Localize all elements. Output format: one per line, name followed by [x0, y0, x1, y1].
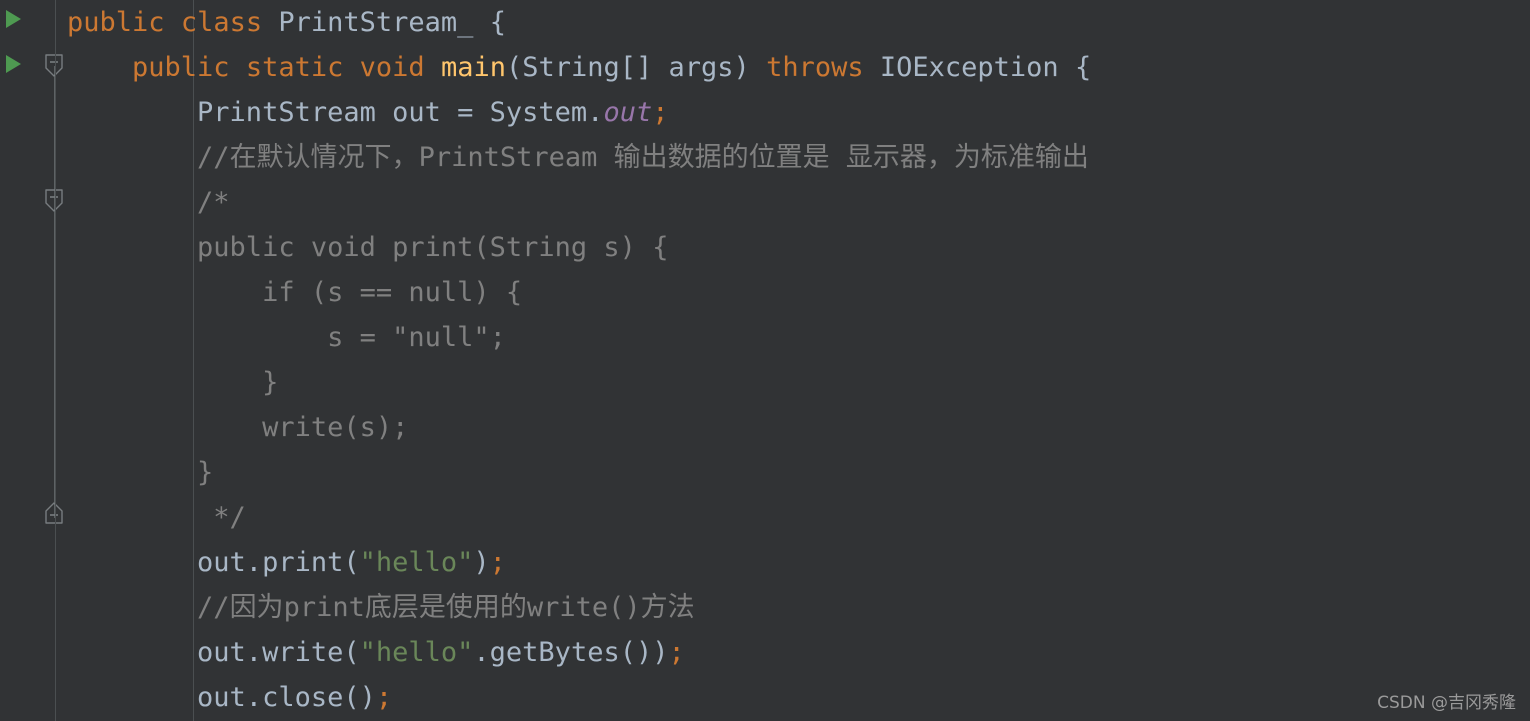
fold-down-icon	[45, 189, 63, 212]
code-token-plain: (String[] args)	[505, 52, 767, 83]
code-token-comment: }	[67, 367, 279, 398]
code-token-comment: */	[67, 502, 246, 533]
code-line[interactable]: s = "null";	[67, 315, 506, 360]
code-editor: public class PrintStream_ { public stati…	[0, 0, 1530, 721]
code-token-keyword: void	[359, 52, 425, 83]
code-line[interactable]: }	[67, 450, 213, 495]
fold-marker-collapse-main[interactable]	[43, 53, 65, 79]
code-token-string: "hello"	[359, 547, 474, 578]
code-token-type: PrintStream_	[278, 7, 474, 38]
code-line[interactable]: out.close();	[67, 675, 392, 720]
code-token-plain: IOException {	[863, 52, 1092, 83]
code-token-static-field: out	[603, 97, 653, 128]
gutter-separator	[55, 0, 56, 721]
fold-marker-end-comment[interactable]	[43, 500, 65, 526]
code-token-keyword: class	[180, 7, 263, 38]
code-line[interactable]: if (s == null) {	[67, 270, 522, 315]
code-line[interactable]: /*	[67, 180, 230, 225]
code-token-plain: PrintStream out = System.	[67, 97, 604, 128]
code-line[interactable]: public void print(String s) {	[67, 225, 668, 270]
code-line[interactable]: out.write("hello".getBytes());	[67, 630, 685, 675]
code-token-string: "hello"	[359, 637, 474, 668]
code-token-comment: public void print(String s) {	[67, 232, 669, 263]
code-token-semicolon: ;	[668, 637, 685, 668]
code-token-plain: .getBytes())	[473, 637, 669, 668]
code-token-comment: 显示器，为标准输出	[845, 142, 1089, 173]
code-token-comment: //	[197, 592, 230, 623]
code-token-plain: out.print(	[67, 547, 360, 578]
code-token-comment: 在默认情况下，	[229, 142, 419, 173]
code-token-keyword: public	[67, 7, 165, 38]
run-class-arrow[interactable]	[6, 10, 21, 28]
code-token-comment: s = "null";	[67, 322, 506, 353]
fold-marker-collapse-comment[interactable]	[43, 188, 65, 214]
code-line[interactable]: }	[67, 360, 278, 405]
fold-down-icon	[45, 54, 63, 77]
code-line[interactable]: */	[67, 495, 246, 540]
code-line[interactable]: write(s);	[67, 405, 408, 450]
code-token-plain: )	[473, 547, 490, 578]
fold-up-icon	[45, 502, 63, 524]
code-token-comment: PrintStream	[418, 142, 614, 173]
code-line[interactable]: //因为print底层是使用的write()方法	[67, 585, 695, 630]
code-line[interactable]: //在默认情况下，PrintStream 输出数据的位置是 显示器，为标准输出	[67, 135, 1089, 180]
code-token-method: main	[440, 52, 506, 83]
code-token-plain: out.write(	[67, 637, 360, 668]
code-token-comment	[830, 142, 846, 173]
code-token-comment: /*	[67, 187, 230, 218]
code-token-comment: write(s);	[67, 412, 409, 443]
code-token-keyword: public	[132, 52, 230, 83]
code-line[interactable]: out.print("hello");	[67, 540, 506, 585]
code-line[interactable]: public class PrintStream_ {	[67, 0, 506, 45]
csdn-watermark: CSDN @吉冈秀隆	[1377, 693, 1516, 713]
run-main-method-arrow[interactable]	[6, 55, 21, 73]
code-token-comment: write()	[526, 592, 641, 623]
code-token-comment: }	[67, 457, 214, 488]
code-token-comment: 底层是使用的	[364, 592, 527, 623]
code-token-comment: //	[197, 142, 230, 173]
code-token-semicolon: ;	[489, 547, 506, 578]
code-token-keyword: static	[245, 52, 344, 83]
code-token-semicolon: ;	[652, 97, 669, 128]
code-line[interactable]: PrintStream out = System.out;	[67, 90, 668, 135]
code-token-comment: if (s == null) {	[67, 277, 523, 308]
code-token-comment: 方法	[640, 592, 695, 623]
code-line[interactable]: public static void main(String[] args) t…	[67, 45, 1091, 90]
code-token-plain: {	[473, 7, 506, 38]
code-token-comment: 输出数据的位置是	[613, 142, 830, 173]
code-token-plain: out.close()	[67, 682, 376, 713]
code-token-comment: 因为	[229, 592, 284, 623]
code-token-comment: print	[283, 592, 365, 623]
editor-gutter[interactable]	[0, 0, 63, 721]
code-token-semicolon: ;	[375, 682, 393, 713]
code-text-area[interactable]: public class PrintStream_ { public stati…	[56, 0, 1530, 721]
code-token-keyword: throws	[766, 52, 864, 83]
